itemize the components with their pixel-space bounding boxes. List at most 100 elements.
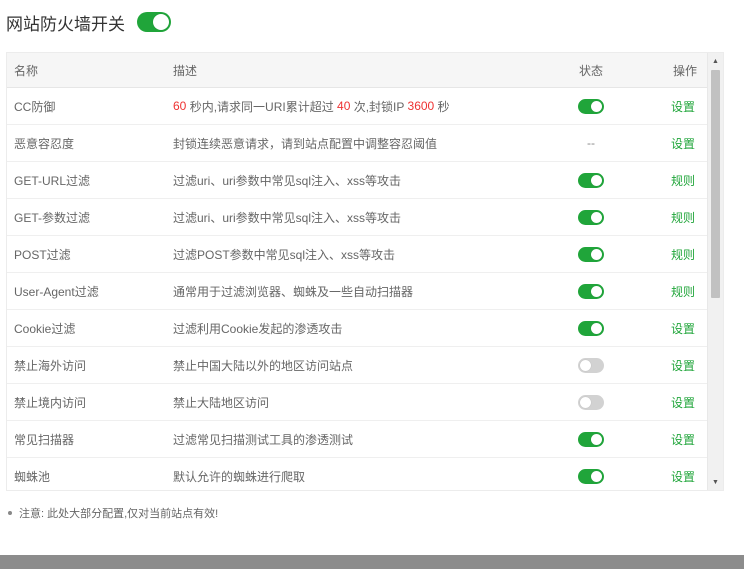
table-row: 禁止海外访问 禁止中国大陆以外的地区访问站点 设置 bbox=[7, 347, 707, 384]
rules-link[interactable]: 规则 bbox=[671, 172, 695, 189]
row-name: Cookie过滤 bbox=[14, 321, 76, 336]
settings-link[interactable]: 设置 bbox=[671, 468, 695, 485]
row-op: 设置 bbox=[662, 384, 704, 420]
row-name: CC防御 bbox=[14, 99, 56, 114]
row-desc: 默认允许的蜘蛛进行爬取 bbox=[173, 469, 306, 484]
switch-knob bbox=[153, 14, 169, 30]
table-row: 蜘蛛池 默认允许的蜘蛛进行爬取 设置 bbox=[7, 458, 707, 490]
row-desc: 过滤利用Cookie发起的渗透攻击 bbox=[173, 321, 343, 336]
cc-block-seconds: 3600 bbox=[407, 99, 435, 113]
rules-link[interactable]: 规则 bbox=[671, 283, 695, 300]
row-name: 禁止海外访问 bbox=[14, 358, 87, 373]
status-toggle[interactable] bbox=[578, 431, 604, 447]
status-toggle[interactable] bbox=[578, 98, 604, 114]
scroll-down-arrow-icon[interactable]: ▼ bbox=[708, 474, 723, 490]
switch-knob bbox=[591, 470, 602, 482]
row-desc: 过滤uri、uri参数中常见sql注入、xss等攻击 bbox=[173, 210, 402, 225]
cc-seconds: 60 bbox=[173, 99, 187, 113]
switch-knob bbox=[591, 100, 602, 112]
settings-link[interactable]: 设置 bbox=[671, 394, 695, 411]
row-status bbox=[575, 347, 607, 383]
row-op: 规则 bbox=[662, 199, 704, 235]
row-op: 设置 bbox=[662, 88, 704, 124]
switch-knob bbox=[580, 359, 591, 371]
status-toggle[interactable] bbox=[578, 283, 604, 299]
firewall-master-switch[interactable] bbox=[137, 12, 171, 32]
rules-link[interactable]: 规则 bbox=[671, 246, 695, 263]
status-toggle[interactable] bbox=[578, 172, 604, 188]
status-toggle[interactable] bbox=[578, 357, 604, 373]
table-row: Cookie过滤 过滤利用Cookie发起的渗透攻击 设置 bbox=[7, 310, 707, 347]
row-op: 设置 bbox=[662, 458, 704, 490]
scroll-up-arrow-icon[interactable]: ▲ bbox=[708, 53, 723, 69]
cc-desc-text-3: 秒 bbox=[434, 99, 450, 114]
switch-knob bbox=[591, 174, 602, 186]
row-status bbox=[575, 421, 607, 457]
switch-knob bbox=[591, 285, 602, 297]
switch-knob bbox=[591, 322, 602, 334]
status-toggle[interactable] bbox=[578, 246, 604, 262]
column-header-name: 名称 bbox=[14, 63, 39, 78]
table-row: 常见扫描器 过滤常见扫描测试工具的渗透测试 设置 bbox=[7, 421, 707, 458]
row-name: User-Agent过滤 bbox=[14, 284, 99, 299]
column-header-status: 状态 bbox=[578, 63, 603, 78]
row-status bbox=[575, 162, 607, 198]
table-body: CC防御 60 秒内,请求同一URI累计超过 40 次,封锁IP 3600 秒 … bbox=[7, 88, 707, 490]
bullet-dot-icon bbox=[8, 511, 12, 515]
row-status bbox=[575, 88, 607, 124]
switch-knob bbox=[591, 433, 602, 445]
switch-knob bbox=[580, 396, 591, 408]
status-toggle[interactable] bbox=[578, 209, 604, 225]
settings-link[interactable]: 设置 bbox=[671, 320, 695, 337]
table-row-cc: CC防御 60 秒内,请求同一URI累计超过 40 次,封锁IP 3600 秒 … bbox=[7, 88, 707, 125]
row-desc: 禁止大陆地区访问 bbox=[173, 395, 270, 410]
column-header-desc: 描述 bbox=[173, 63, 198, 78]
settings-link[interactable]: 设置 bbox=[671, 431, 695, 448]
switch-knob bbox=[591, 248, 602, 260]
row-name: 禁止境内访问 bbox=[14, 395, 87, 410]
switch-knob bbox=[591, 211, 602, 223]
row-desc: 通常用于过滤浏览器、蜘蛛及一些自动扫描器 bbox=[173, 284, 414, 299]
table-row: 恶意容忍度 封锁连续恶意请求，请到站点配置中调整容忍阈值 -- 设置 bbox=[7, 125, 707, 162]
row-op: 规则 bbox=[662, 236, 704, 272]
row-status bbox=[575, 236, 607, 272]
firewall-switch-label: 网站防火墙开关 bbox=[6, 14, 125, 34]
firewall-header: 网站防火墙开关 bbox=[6, 8, 171, 36]
row-op: 规则 bbox=[662, 273, 704, 309]
row-op: 规则 bbox=[662, 162, 704, 198]
note-text: 注意: 此处大部分配置,仅对当前站点有效! bbox=[19, 508, 219, 520]
status-toggle[interactable] bbox=[578, 394, 604, 410]
row-status: -- bbox=[575, 125, 607, 161]
table-header: 名称 描述 状态 操作 bbox=[7, 53, 707, 88]
cc-desc-text-1: 秒内,请求同一URI累计超过 bbox=[186, 99, 338, 114]
settings-link[interactable]: 设置 bbox=[671, 98, 695, 115]
row-op: 设置 bbox=[662, 347, 704, 383]
row-desc: 过滤uri、uri参数中常见sql注入、xss等攻击 bbox=[173, 173, 402, 188]
table-row: User-Agent过滤 通常用于过滤浏览器、蜘蛛及一些自动扫描器 规则 bbox=[7, 273, 707, 310]
row-name: GET-URL过滤 bbox=[14, 173, 91, 188]
status-text: -- bbox=[587, 136, 595, 150]
column-header-op: 操作 bbox=[672, 63, 697, 78]
rules-link[interactable]: 规则 bbox=[671, 209, 695, 226]
table-scrollbar[interactable]: ▲ ▼ bbox=[707, 53, 723, 490]
scroll-thumb[interactable] bbox=[711, 70, 720, 298]
bottom-bar bbox=[0, 555, 744, 569]
row-status bbox=[575, 458, 607, 490]
row-name: GET-参数过滤 bbox=[14, 210, 91, 225]
settings-link[interactable]: 设置 bbox=[671, 135, 695, 152]
row-op: 设置 bbox=[662, 310, 704, 346]
row-desc: 封锁连续恶意请求，请到站点配置中调整容忍阈值 bbox=[173, 136, 438, 151]
table-row: 禁止境内访问 禁止大陆地区访问 设置 bbox=[7, 384, 707, 421]
row-desc: 过滤POST参数中常见sql注入、xss等攻击 bbox=[173, 247, 396, 262]
row-name: 蜘蛛池 bbox=[14, 469, 51, 484]
note: 注意: 此处大部分配置,仅对当前站点有效! bbox=[8, 505, 218, 521]
settings-link[interactable]: 设置 bbox=[671, 357, 695, 374]
status-toggle[interactable] bbox=[578, 320, 604, 336]
row-op: 设置 bbox=[662, 421, 704, 457]
row-status bbox=[575, 310, 607, 346]
row-desc: 禁止中国大陆以外的地区访问站点 bbox=[173, 358, 354, 373]
status-toggle[interactable] bbox=[578, 468, 604, 484]
table-row: POST过滤 过滤POST参数中常见sql注入、xss等攻击 规则 bbox=[7, 236, 707, 273]
row-desc: 60 秒内,请求同一URI累计超过 40 次,封锁IP 3600 秒 bbox=[173, 88, 563, 124]
rules-table: 名称 描述 状态 操作 CC防御 60 秒内,请求同一URI累计超过 40 次,… bbox=[6, 52, 724, 491]
